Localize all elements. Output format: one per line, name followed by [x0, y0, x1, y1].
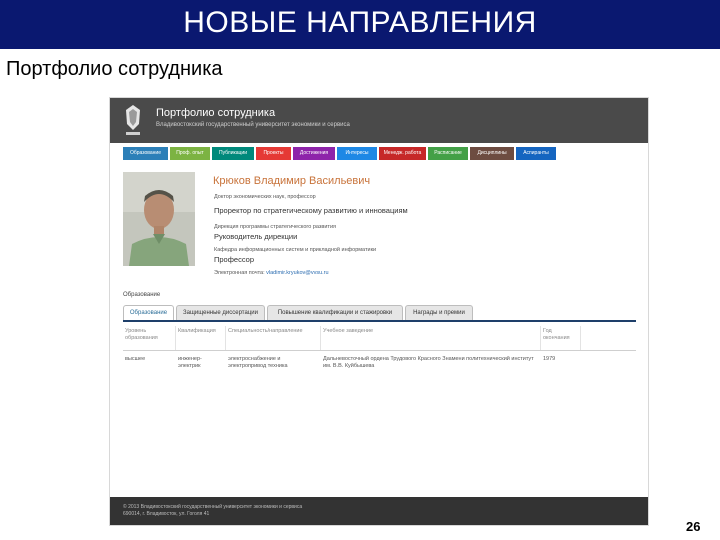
section-label: Образование [123, 292, 161, 298]
department-name: Дирекция программы стратегического разви… [214, 224, 336, 230]
table-cell: 1979 [543, 356, 556, 362]
education-tabs: Образование Защищенные диссертации Повыш… [123, 305, 473, 320]
email-row: Электронная почта: vladimir.kryukov@vvsu… [214, 270, 329, 276]
nav-tab[interactable]: Проф. опыт [170, 147, 210, 160]
column-header: Год окончания [541, 326, 581, 350]
academic-degree: Доктор экономических наук, профессор [214, 194, 316, 200]
nav-tab[interactable]: Расписание [428, 147, 468, 160]
nav-tab[interactable]: Образование [123, 147, 168, 160]
slide-title: НОВЫЕ НАПРАВЛЕНИЯ [183, 6, 537, 39]
slide-subtitle: Портфолио сотрудника [6, 58, 223, 80]
table-row: высшее инженер-электрик электроснабжение… [123, 354, 636, 376]
employee-name: Крюков Владимир Васильевич [213, 175, 371, 187]
person-portrait-icon [123, 172, 195, 266]
site-subtitle: Владивостокский государственный универси… [156, 122, 350, 128]
page-number: 26 [686, 519, 701, 534]
department-name: Кафедра информационных систем и прикладн… [214, 247, 377, 253]
position-title: Профессор [214, 255, 255, 264]
nav-tab[interactable]: Менедж. работа [379, 147, 426, 160]
portfolio-screenshot: Портфолио сотрудника Владивостокский гос… [110, 98, 648, 525]
tab-awards[interactable]: Награды и премии [405, 305, 473, 320]
nav-tab[interactable]: Аспиранты [516, 147, 556, 160]
table-cell: электроснабжение и электропривод техника [228, 356, 288, 369]
footer-copyright: © 2013 Владивостокский государственный у… [123, 504, 303, 510]
footer-address: 690014, г. Владивосток, ул. Гоголя 41 [123, 511, 210, 517]
column-header: Уровень образования [123, 326, 176, 350]
tabs-divider [123, 320, 636, 322]
university-crest-icon [121, 102, 145, 138]
column-header: Квалификация [176, 326, 226, 350]
site-header: Портфолио сотрудника Владивостокский гос… [110, 98, 648, 143]
top-nav: Образование Проф. опыт Публикации Проект… [123, 147, 556, 160]
site-footer: © 2013 Владивостокский государственный у… [110, 497, 648, 525]
nav-tab[interactable]: Достижения [293, 147, 335, 160]
nav-tab[interactable]: Дисциплины [470, 147, 514, 160]
education-table: Уровень образования Квалификация Специал… [123, 326, 636, 376]
site-title: Портфолио сотрудника [156, 107, 276, 119]
employee-photo [123, 172, 195, 266]
nav-tab[interactable]: Интересы [337, 147, 377, 160]
table-header: Уровень образования Квалификация Специал… [123, 326, 636, 351]
nav-tab[interactable]: Публикации [212, 147, 254, 160]
email-label: Электронная почта: [214, 270, 265, 276]
table-cell: инженер-электрик [178, 356, 202, 369]
tab-dissertations[interactable]: Защищенные диссертации [176, 305, 265, 320]
email-link[interactable]: vladimir.kryukov@vvsu.ru [266, 270, 328, 276]
column-header: Специальность/направление [226, 326, 321, 350]
footer-text: © 2013 Владивостокский государственный у… [123, 504, 302, 518]
tab-qualification[interactable]: Повышение квалификации и стажировки [267, 305, 403, 320]
column-header: Учебное заведение [321, 326, 541, 350]
table-cell: Дальневосточный ордена Трудового Красног… [323, 356, 534, 369]
position-title: Проректор по стратегическому развитию и … [214, 206, 408, 215]
position-title: Руководитель дирекции [214, 232, 298, 241]
tab-education[interactable]: Образование [123, 305, 174, 320]
nav-tab[interactable]: Проекты [256, 147, 291, 160]
slide-title-bar: НОВЫЕ НАПРАВЛЕНИЯ [0, 0, 720, 49]
table-cell: высшее [125, 356, 146, 362]
